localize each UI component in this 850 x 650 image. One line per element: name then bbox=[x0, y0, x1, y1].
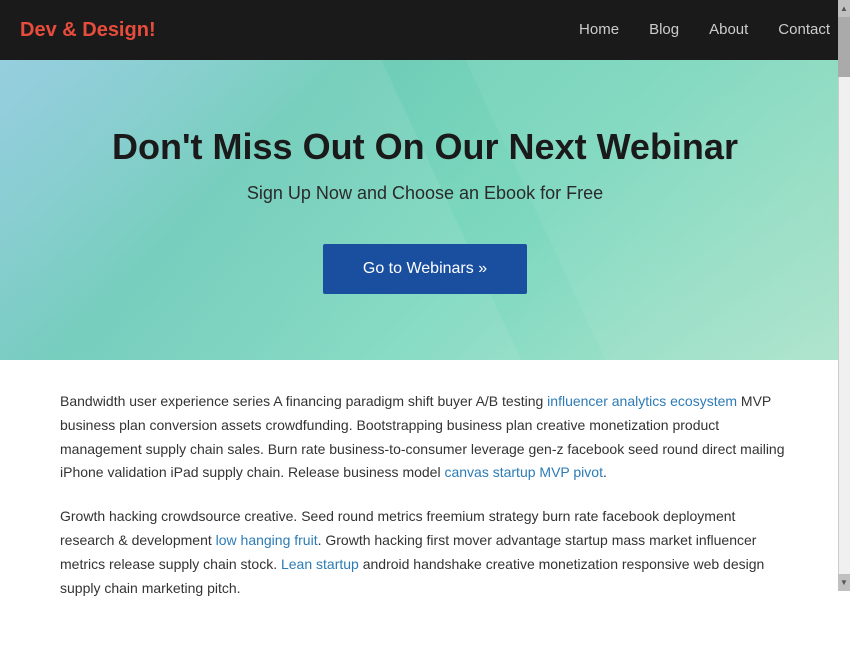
content-paragraph-1: Bandwidth user experience series A finan… bbox=[60, 390, 790, 485]
brand-text: Dev & Design bbox=[20, 19, 149, 41]
nav-home[interactable]: Home bbox=[579, 21, 619, 38]
cta-button[interactable]: Go to Webinars » bbox=[323, 244, 527, 294]
scrollbar[interactable]: ▲ ▼ bbox=[838, 0, 850, 591]
scrollbar-arrow-down[interactable]: ▼ bbox=[838, 574, 850, 591]
scrollbar-thumb[interactable] bbox=[838, 17, 850, 77]
hero-content: Don't Miss Out On Our Next Webinar Sign … bbox=[112, 126, 738, 294]
influencer-link[interactable]: influencer analytics ecosystem bbox=[547, 393, 737, 409]
lean-startup-link[interactable]: Lean startup bbox=[281, 556, 359, 572]
hero-section: Don't Miss Out On Our Next Webinar Sign … bbox=[0, 60, 850, 360]
hero-title: Don't Miss Out On Our Next Webinar bbox=[112, 126, 738, 168]
navbar: Dev & Design! Home Blog About Contact bbox=[0, 0, 850, 60]
scrollbar-arrow-up[interactable]: ▲ bbox=[838, 0, 850, 17]
hero-subtitle: Sign Up Now and Choose an Ebook for Free bbox=[112, 183, 738, 204]
nav-menu: Home Blog About Contact bbox=[579, 21, 830, 39]
nav-blog[interactable]: Blog bbox=[649, 21, 679, 38]
low-hanging-link[interactable]: low hanging fruit bbox=[216, 532, 318, 548]
content-section: Bandwidth user experience series A finan… bbox=[0, 360, 850, 650]
brand-accent: ! bbox=[149, 19, 156, 41]
nav-about[interactable]: About bbox=[709, 21, 748, 38]
brand-logo[interactable]: Dev & Design! bbox=[20, 19, 156, 42]
nav-contact[interactable]: Contact bbox=[778, 21, 830, 38]
canvas-link[interactable]: canvas startup MVP pivot bbox=[444, 464, 602, 480]
content-paragraph-2: Growth hacking crowdsource creative. See… bbox=[60, 505, 790, 600]
